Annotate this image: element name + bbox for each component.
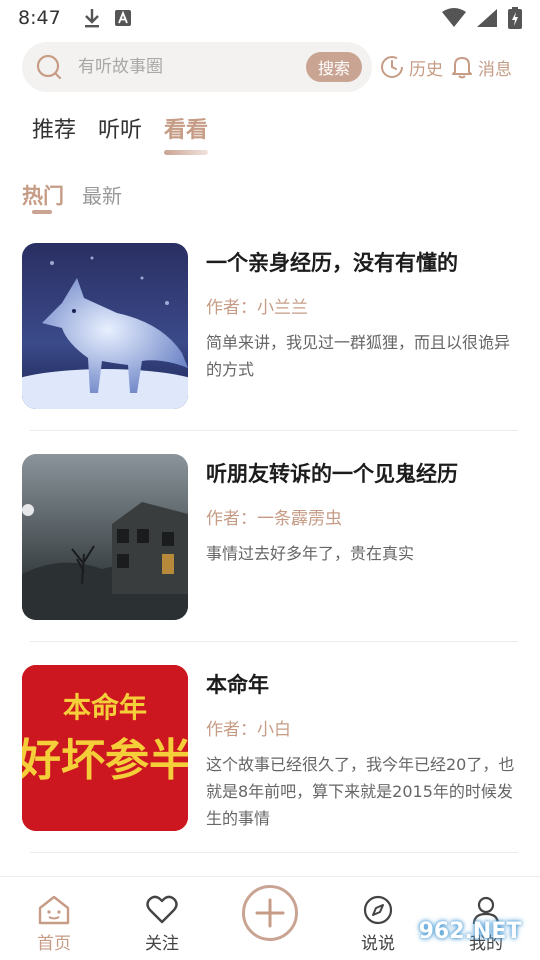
search-input[interactable] bbox=[78, 57, 306, 77]
status-time: 8:47 bbox=[18, 7, 61, 29]
main-tabs: 推荐 听听 看看 bbox=[32, 112, 209, 155]
plus-icon bbox=[255, 898, 285, 928]
tab-listen[interactable]: 听听 bbox=[98, 112, 142, 154]
battery-icon bbox=[508, 7, 522, 29]
story-item[interactable]: 本命年 好坏参半 本命年 作者：小白 这个故事已经很久了，我今年已经20了，也就… bbox=[22, 665, 518, 876]
tab-latest[interactable]: 最新 bbox=[82, 180, 122, 209]
compass-icon bbox=[363, 895, 393, 925]
watermark-text: 962.NET bbox=[418, 918, 522, 944]
tab-read[interactable]: 看看 bbox=[164, 112, 209, 155]
story-thumbnail-fox bbox=[22, 243, 188, 409]
history-label: 历史 bbox=[409, 59, 443, 80]
heart-icon bbox=[146, 895, 178, 924]
clock-icon bbox=[381, 56, 403, 78]
story-summary: 事情过去好多年了，贵在真实 bbox=[206, 544, 415, 563]
story-title: 一个亲身经历，没有有懂的 bbox=[206, 251, 458, 275]
story-summary: 这个故事已经很久了，我今年已经20了，也就是8年前吧，算下来就是2015年的时候… bbox=[206, 755, 515, 828]
nav-home[interactable]: 首页 bbox=[0, 877, 108, 960]
font-icon bbox=[114, 10, 131, 26]
search-button[interactable]: 搜索 bbox=[305, 52, 362, 82]
story-title: 听朋友转诉的一个见鬼经历 bbox=[206, 462, 458, 486]
story-author: 作者：小白 bbox=[206, 720, 291, 740]
divider bbox=[30, 852, 518, 853]
sub-tabs: 热门 最新 bbox=[22, 180, 122, 214]
messages-button[interactable]: 消息 bbox=[451, 55, 512, 80]
download-icon bbox=[84, 9, 99, 28]
signal-icon bbox=[477, 9, 497, 27]
tab-recommend[interactable]: 推荐 bbox=[32, 112, 76, 154]
search-icon bbox=[36, 54, 62, 80]
nav-home-label: 首页 bbox=[37, 934, 71, 954]
divider bbox=[30, 641, 518, 642]
thumb-text-line1: 本命年 bbox=[63, 691, 147, 724]
story-item[interactable]: 一个亲身经历，没有有懂的 作者：小兰兰 简单来讲，我见过一群狐狸，而且以很诡异的… bbox=[22, 243, 518, 454]
story-summary: 简单来讲，我见过一群狐狸，而且以很诡异的方式 bbox=[206, 333, 511, 379]
story-author: 作者：小兰兰 bbox=[206, 298, 308, 318]
nav-follow-label: 关注 bbox=[145, 934, 179, 954]
story-item[interactable]: 听朋友转诉的一个见鬼经历 作者：一条霹雳虫 事情过去好多年了，贵在真实 bbox=[22, 454, 518, 665]
messages-label: 消息 bbox=[478, 59, 512, 80]
story-thumbnail-red-poster: 本命年 好坏参半 bbox=[22, 665, 188, 831]
tab-hot[interactable]: 热门 bbox=[22, 180, 64, 214]
wifi-icon bbox=[442, 8, 466, 27]
nav-follow[interactable]: 关注 bbox=[108, 877, 216, 960]
nav-talk-label: 说说 bbox=[361, 934, 395, 954]
status-bar: 8:47 bbox=[0, 0, 540, 36]
add-button[interactable] bbox=[242, 885, 298, 941]
story-title: 本命年 bbox=[206, 673, 269, 697]
divider bbox=[30, 430, 518, 431]
search-row: 搜索 历史 消息 bbox=[22, 42, 522, 92]
home-icon bbox=[38, 895, 70, 925]
nav-add[interactable] bbox=[216, 877, 324, 960]
thumb-text-line2: 好坏参半 bbox=[22, 735, 188, 786]
story-list: 一个亲身经历，没有有懂的 作者：小兰兰 简单来讲，我见过一群狐狸，而且以很诡异的… bbox=[22, 243, 518, 876]
story-author: 作者：一条霹雳虫 bbox=[206, 509, 342, 529]
bell-icon bbox=[452, 57, 472, 79]
story-thumbnail-haunted-house bbox=[22, 454, 188, 620]
history-button[interactable]: 历史 bbox=[380, 55, 443, 80]
watermark-logo: 962.NET bbox=[400, 906, 540, 956]
search-box[interactable]: 搜索 bbox=[22, 42, 372, 92]
